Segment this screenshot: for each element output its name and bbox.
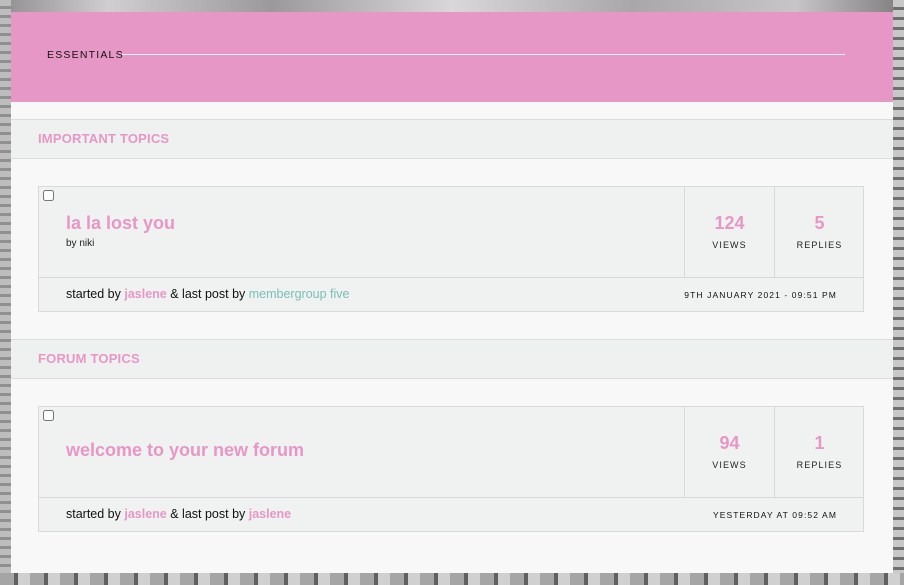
starter-user-link[interactable]: jaslene — [124, 507, 166, 521]
section-bar-forum: FORUM TOPICS — [11, 339, 893, 379]
background-left — [0, 0, 11, 585]
views-label: VIEWS — [712, 460, 747, 470]
views-stat: 124 VIEWS — [684, 187, 774, 277]
last-post-text: & last post by — [166, 507, 249, 521]
topic-row: welcome to your new forum 94 VIEWS 1 REP… — [38, 406, 864, 532]
topic-select-checkbox[interactable] — [43, 410, 54, 421]
last-post-date: YESTERDAY AT 09:52 AM — [712, 510, 837, 520]
topic-footer: started by jaslene & last post by jaslen… — [39, 497, 863, 532]
replies-count: 5 — [814, 213, 825, 233]
category-header: ESSENTIALS — [11, 12, 893, 102]
replies-label: REPLIES — [796, 240, 843, 250]
forum-panel: ESSENTIALS IMPORTANT TOPICS la la lost y… — [11, 12, 893, 573]
topic-title-link[interactable]: la la lost you — [66, 213, 175, 234]
topic-byline: started by jaslene & last post by jaslen… — [66, 507, 291, 521]
started-by-text: started by — [66, 287, 125, 301]
topic-title-link[interactable]: welcome to your new forum — [66, 440, 304, 461]
category-divider — [122, 54, 845, 55]
replies-stat: 1 REPLIES — [774, 407, 864, 497]
replies-count: 1 — [814, 433, 825, 453]
topic-description: by niki — [66, 238, 95, 249]
topic-main: la la lost you by niki — [39, 187, 684, 277]
topic-footer: started by jaslene & last post by member… — [39, 277, 863, 312]
last-poster-link[interactable]: membergroup five — [249, 287, 350, 301]
replies-stat: 5 REPLIES — [774, 187, 864, 277]
starter-user-link[interactable]: jaslene — [124, 287, 166, 301]
views-count: 94 — [719, 433, 740, 453]
last-poster-link[interactable]: jaslene — [249, 507, 291, 521]
views-count: 124 — [714, 213, 745, 233]
section-bar-important: IMPORTANT TOPICS — [11, 119, 893, 159]
views-label: VIEWS — [712, 240, 747, 250]
last-post-date: 9TH JANUARY 2021 - 09:51 PM — [684, 290, 837, 300]
replies-label: REPLIES — [796, 460, 843, 470]
topic-row: la la lost you by niki 124 VIEWS 5 REPLI… — [38, 186, 864, 312]
last-post-text: & last post by — [166, 287, 249, 301]
background-bottom — [0, 573, 904, 585]
background-right — [893, 0, 904, 585]
section-title-important: IMPORTANT TOPICS — [38, 131, 170, 146]
topic-select-checkbox[interactable] — [43, 190, 54, 201]
started-by-text: started by — [66, 507, 125, 521]
views-stat: 94 VIEWS — [684, 407, 774, 497]
section-title-forum: FORUM TOPICS — [38, 351, 140, 366]
topic-main: welcome to your new forum — [39, 407, 684, 497]
category-title[interactable]: ESSENTIALS — [47, 49, 124, 61]
topic-byline: started by jaslene & last post by member… — [66, 287, 350, 301]
